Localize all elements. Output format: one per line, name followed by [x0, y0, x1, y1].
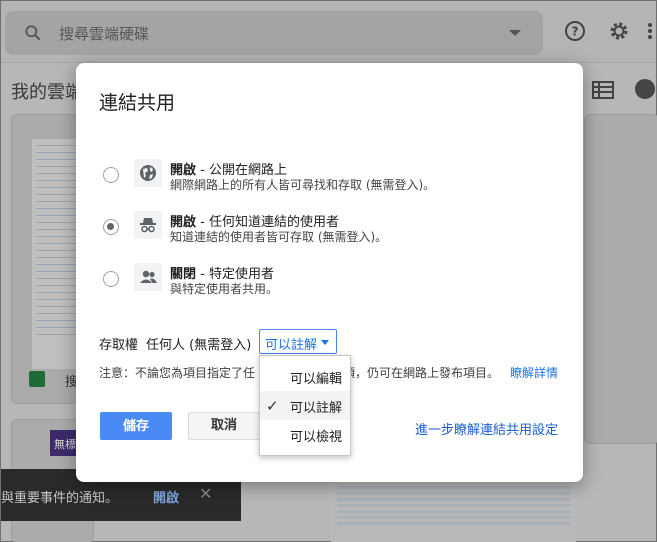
learn-more-link[interactable]: 瞭解詳情 [510, 364, 558, 381]
menu-item-can-comment[interactable]: ✓ 可以註解 [260, 391, 350, 420]
permission-selected: 可以註解 [265, 338, 318, 353]
close-icon[interactable]: ✕ [199, 484, 212, 503]
menu-item-can-view[interactable]: 可以檢視 [260, 420, 350, 449]
option-anyone-with-link[interactable]: 開啟 - 任何知道連結的使用者 知道連結的使用者皆可存取 (無需登入)。 [76, 211, 583, 257]
permission-dropdown[interactable]: 可以註解 [259, 329, 337, 354]
sheets-icon [29, 371, 45, 387]
chevron-down-icon [321, 340, 329, 345]
cancel-button[interactable]: 取消 [188, 412, 260, 440]
option-public-on-web[interactable]: 開啟 - 公開在網路上 網際網路上的所有人皆可尋找和存取 (無需登入)。 [76, 159, 583, 205]
file-thumbnail [331, 483, 576, 542]
help-icon[interactable]: ? [563, 19, 587, 43]
people-icon [134, 263, 162, 291]
info-icon[interactable] [634, 78, 656, 100]
search-input[interactable]: 搜尋雲端硬碟 [59, 23, 149, 44]
file-card[interactable] [584, 114, 657, 444]
note-text-end: 項，仍可在網路上發布項目。 [343, 366, 500, 380]
save-button[interactable]: 儲存 [100, 412, 172, 440]
advanced-settings-link[interactable]: 進一步瞭解連結共用設定 [415, 419, 558, 438]
menu-item-label: 可以註解 [290, 401, 343, 416]
option-description: 知道連結的使用者皆可存取 (無需登入)。 [170, 230, 388, 244]
option-description: 網際網路上的所有人皆可尋找和存取 (無需登入)。 [170, 178, 436, 192]
option-description: 與特定使用者共用。 [170, 282, 279, 296]
svg-text:?: ? [572, 25, 579, 39]
access-who: 任何人 (無需登入) [146, 338, 252, 353]
top-bar: 搜尋雲端硬碟 ? [1, 1, 656, 63]
incognito-icon [134, 211, 162, 239]
snackbar-open-button[interactable]: 開啟 [153, 487, 179, 506]
access-label: 存取權 [99, 338, 139, 353]
my-drive-title[interactable]: 我的雲端 [11, 78, 83, 104]
radio-public-on-web[interactable] [103, 167, 119, 183]
globe-icon [134, 159, 162, 187]
note-text: 注意：不論您為項目指定了任 [99, 366, 256, 380]
apps-icon[interactable] [643, 19, 657, 43]
search-options-icon[interactable] [509, 30, 521, 36]
option-specific-people[interactable]: 關閉 - 特定使用者 與特定使用者共用。 [76, 263, 583, 309]
check-icon: ✓ [266, 397, 279, 415]
snackbar-text: 與重要事件的通知。 [1, 491, 119, 506]
search-box[interactable]: 搜尋雲端硬碟 [5, 11, 543, 55]
radio-specific-people[interactable] [103, 271, 119, 287]
radio-anyone-with-link[interactable] [103, 219, 119, 235]
list-view-icon[interactable] [592, 80, 614, 100]
menu-item-label: 可以編輯 [290, 372, 343, 387]
dialog-title: 連結共用 [99, 92, 176, 114]
gear-icon[interactable] [607, 19, 631, 43]
menu-item-label: 可以檢視 [290, 430, 343, 445]
menu-item-can-edit[interactable]: 可以編輯 [260, 362, 350, 391]
permission-menu: 可以編輯 ✓ 可以註解 可以檢視 [259, 355, 351, 456]
search-icon [25, 25, 41, 41]
